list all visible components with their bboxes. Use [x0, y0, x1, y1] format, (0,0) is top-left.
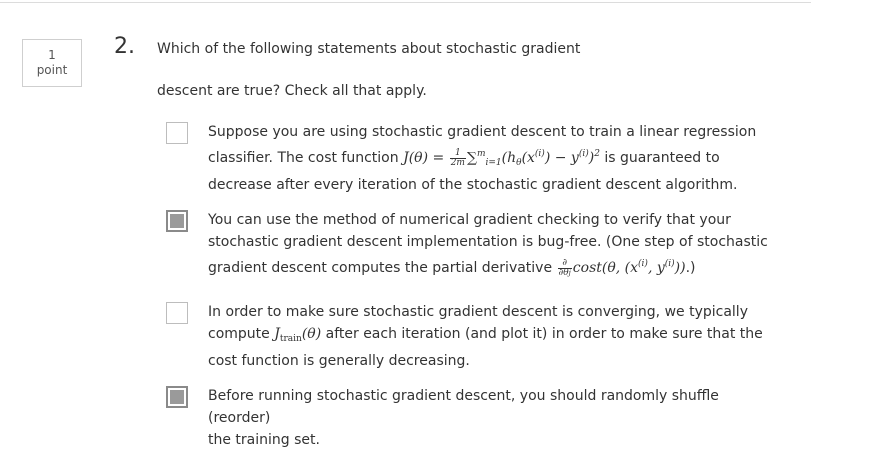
points-value: 1	[48, 48, 56, 62]
option-2-line-1: You can use the method of numerical grad…	[208, 212, 731, 228]
option-2-line-3-pre: gradient descent computes the partial de…	[208, 260, 553, 276]
option-1-text: Suppose you are using stochastic gradien…	[208, 121, 768, 196]
option-1-line-2-pre: classifier. The cost function	[208, 150, 399, 166]
top-divider	[0, 2, 811, 3]
option-3-line-2: compute Jtrain(θ) after each iteration (…	[208, 323, 768, 350]
partial-derivative-formula: ∂ ∂θj cost(θ, (x(i), y(i)))	[557, 257, 686, 278]
option-2-checkbox[interactable]	[166, 210, 188, 232]
option-1-line-3: decrease after every iteration of the st…	[208, 177, 738, 193]
question-prompt-line-1: Which of the following statements about …	[157, 41, 581, 57]
option-1-line-1: Suppose you are using stochastic gradien…	[208, 124, 757, 140]
j-train-formula: Jtrain(θ)	[274, 326, 322, 344]
option-1-line-2: classifier. The cost function J(θ) = 1 2m…	[208, 143, 768, 174]
option-1-checkbox[interactable]	[166, 122, 188, 144]
option-4-checkbox[interactable]	[166, 386, 188, 408]
points-label: point	[36, 63, 68, 77]
option-3-line-2-pre: compute	[208, 326, 270, 342]
option-3-checkbox[interactable]	[166, 302, 188, 324]
option-2-text: You can use the method of numerical grad…	[208, 209, 768, 279]
option-2-line-2: stochastic gradient descent implementati…	[208, 234, 768, 250]
option-3-text: In order to make sure stochastic gradien…	[208, 301, 768, 372]
option-2-line-3-post: .)	[685, 260, 696, 276]
option-4-line-2: the training set.	[208, 432, 320, 448]
option-3-line-2-post: after each iteration (and plot it) in or…	[325, 326, 763, 342]
option-4-text: Before running stochastic gradient desce…	[208, 385, 768, 451]
option-3-line-1: In order to make sure stochastic gradien…	[208, 304, 748, 320]
option-1-line-2-post: is guaranteed to	[604, 150, 720, 166]
question-number: 2.	[114, 34, 135, 59]
points-badge: 1 point	[22, 39, 82, 87]
option-2-line-3: gradient descent computes the partial de…	[208, 253, 768, 279]
cost-function-formula: J(θ) = 1 2m ∑mi=1(hθ(x(i)) − y(i))2	[403, 147, 600, 168]
option-4-line-1: Before running stochastic gradient desce…	[208, 388, 719, 426]
option-3-line-3: cost function is generally decreasing.	[208, 353, 470, 369]
question-prompt-line-2: descent are true? Check all that apply.	[157, 83, 427, 99]
